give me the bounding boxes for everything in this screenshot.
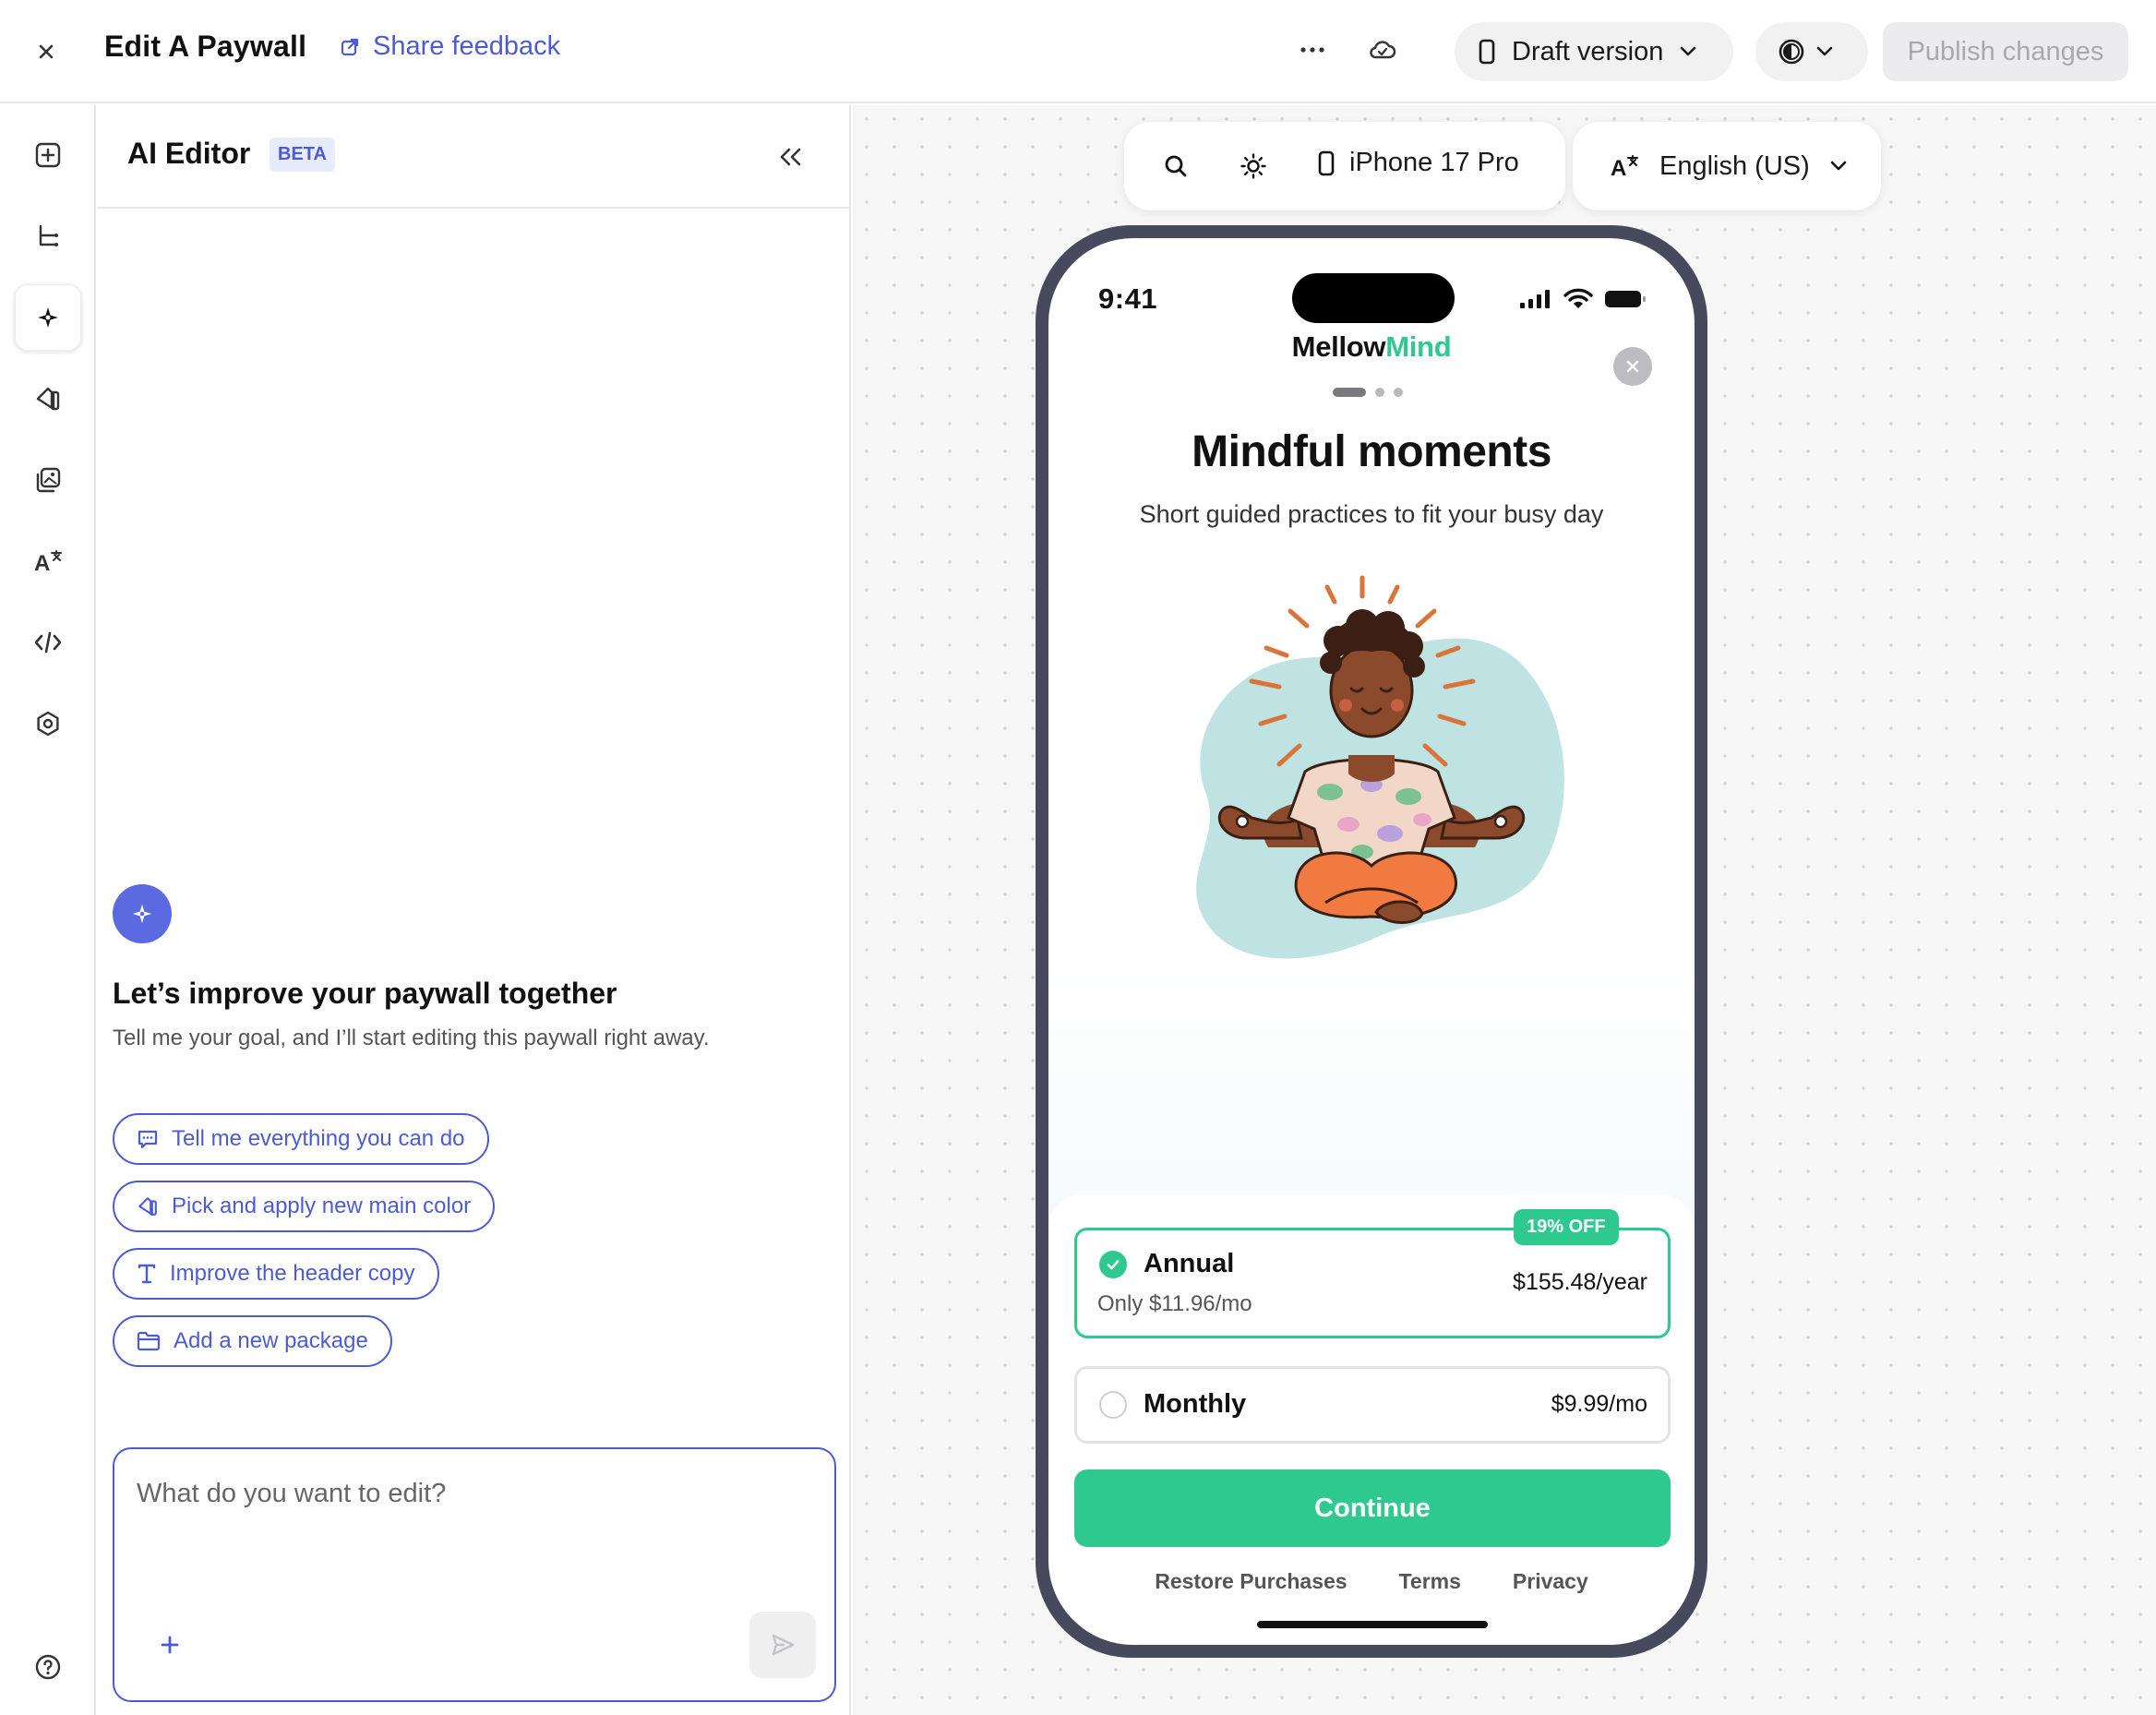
suggestion-chip[interactable]: Pick and apply new main color [113, 1181, 496, 1232]
ai-avatar-icon [113, 884, 172, 943]
plan-name: Monthly [1144, 1389, 1247, 1419]
close-icon[interactable] [28, 33, 65, 70]
add-component-icon[interactable] [15, 122, 81, 188]
chevron-down-icon [1680, 46, 1696, 57]
continue-button[interactable]: Continue [1074, 1469, 1671, 1547]
top-bar: Edit A Paywall Share feedback Draft vers… [0, 0, 2156, 103]
plan-price: $9.99/mo [1551, 1391, 1647, 1417]
version-label: Draft version [1512, 36, 1664, 66]
ai-sparkle-icon[interactable] [15, 284, 81, 351]
beta-badge: BETA [270, 138, 335, 172]
suggestion-label: Pick and apply new main color [172, 1193, 472, 1218]
status-time: 9:41 [1098, 282, 1158, 315]
dynamic-island [1292, 273, 1455, 323]
restore-purchases-link[interactable]: Restore Purchases [1155, 1569, 1347, 1594]
zoom-search-icon[interactable] [1157, 148, 1194, 185]
cloud-sync-icon[interactable] [1362, 31, 1403, 68]
prompt-composer[interactable]: What do you want to edit? [113, 1447, 836, 1702]
pager-dot[interactable] [1375, 388, 1384, 397]
pager-dot[interactable] [1394, 388, 1403, 397]
suggestion-label: Tell me everything you can do [172, 1126, 465, 1151]
localization-icon: A [1610, 153, 1639, 179]
send-icon [772, 1634, 795, 1656]
device-selector[interactable]: iPhone 17 Pro [1318, 148, 1519, 178]
suggestion-chip[interactable]: Add a new package [113, 1315, 392, 1367]
carousel-pager[interactable] [1333, 388, 1403, 397]
paywall-headline: Mindful moments [1192, 427, 1551, 476]
attach-plus-icon[interactable] [151, 1626, 188, 1663]
more-options-icon[interactable] [1292, 31, 1333, 68]
light-mode-icon[interactable] [1235, 148, 1272, 185]
plan-subtitle: Only $11.96/mo [1097, 1291, 1252, 1316]
help-icon[interactable] [15, 1634, 81, 1700]
text-icon [137, 1263, 157, 1285]
wifi-icon [1563, 288, 1593, 308]
theme-dropdown[interactable] [1755, 22, 1868, 81]
paint-bucket-icon [137, 1195, 159, 1217]
pager-dot-active[interactable] [1333, 388, 1366, 397]
suggestion-chip[interactable]: Tell me everything you can do [113, 1113, 489, 1165]
brand-part-2: Mind [1385, 330, 1452, 363]
panel-header: AI Editor BETA [98, 105, 849, 209]
suggestion-label: Improve the header copy [170, 1261, 415, 1286]
phone-icon [1479, 39, 1495, 65]
meditation-illustration [1196, 575, 1564, 959]
suggestion-chip[interactable]: Improve the header copy [113, 1248, 439, 1300]
chevron-down-icon [1830, 161, 1847, 172]
collapse-panel-icon[interactable] [770, 138, 810, 175]
settings-hexagon-icon[interactable] [15, 690, 81, 757]
language-label: English (US) [1659, 150, 1810, 181]
plan-monthly[interactable]: Monthly $9.99/mo [1074, 1366, 1671, 1444]
plan-name: Annual [1144, 1249, 1235, 1278]
status-icons [1519, 288, 1647, 310]
layers-tree-icon[interactable] [15, 203, 81, 270]
ai-editor-panel: AI Editor BETA Let’s improve your paywal… [98, 105, 851, 1715]
language-selector[interactable]: A English (US) [1573, 122, 1881, 210]
suggestion-label: Add a new package [174, 1328, 368, 1353]
brand-logo: MellowMind [1048, 330, 1695, 364]
code-icon[interactable] [15, 609, 81, 676]
intro-title: Let’s improve your paywall together [113, 977, 617, 1010]
device-label: iPhone 17 Pro [1349, 148, 1519, 177]
battery-icon [1605, 291, 1646, 307]
media-gallery-icon[interactable] [15, 447, 81, 513]
folder-icon [137, 1331, 161, 1351]
external-link-icon [340, 37, 360, 57]
phone-preview: 9:41 MellowMind Mindful moments Short gu… [1036, 225, 1707, 1658]
discount-badge: 19% OFF [1514, 1209, 1619, 1245]
page-title: Edit A Paywall [104, 30, 307, 63]
brand-part-1: Mellow [1291, 330, 1386, 363]
chevron-down-icon [1816, 46, 1833, 57]
plan-price: $155.48/year [1513, 1269, 1647, 1295]
publish-button[interactable]: Publish changes [1883, 22, 2128, 81]
preview-toolbar: iPhone 17 Pro [1124, 122, 1565, 210]
phone-screen: 9:41 MellowMind Mindful moments Short gu… [1048, 238, 1695, 1645]
svg-text:A: A [34, 551, 50, 574]
preview-canvas: iPhone 17 Pro A English (US) 9:41 Mellow… [853, 105, 2156, 1715]
radio-unchecked-icon[interactable] [1099, 1391, 1127, 1419]
home-indicator [1257, 1621, 1488, 1628]
privacy-link[interactable]: Privacy [1513, 1569, 1588, 1594]
radio-checked-icon[interactable] [1099, 1251, 1127, 1278]
paywall-close-icon[interactable] [1613, 347, 1652, 386]
footer-links: Restore Purchases Terms Privacy [1048, 1569, 1695, 1594]
left-rail: A [0, 105, 96, 1715]
send-button[interactable] [749, 1612, 816, 1678]
svg-text:A: A [1611, 156, 1626, 179]
purchase-sheet: Annual Only $11.96/mo $155.48/year 19% O… [1048, 1194, 1695, 1645]
prompt-input[interactable]: What do you want to edit? [137, 1479, 446, 1509]
paywall-subheadline: Short guided practices to fit your busy … [1139, 500, 1604, 528]
panel-title: AI Editor [127, 137, 251, 170]
signal-icon [1520, 290, 1550, 308]
chat-icon [137, 1128, 159, 1150]
share-feedback-link[interactable]: Share feedback [340, 31, 560, 62]
phone-icon [1318, 150, 1335, 176]
theme-contrast-icon [1778, 38, 1805, 66]
paint-bucket-icon[interactable] [15, 366, 81, 432]
terms-link[interactable]: Terms [1399, 1569, 1461, 1594]
share-feedback-label: Share feedback [373, 31, 561, 61]
version-dropdown[interactable]: Draft version [1455, 22, 1733, 81]
localization-icon[interactable]: A [15, 528, 81, 594]
intro-subtitle: Tell me your goal, and I’ll start editin… [113, 1025, 710, 1050]
